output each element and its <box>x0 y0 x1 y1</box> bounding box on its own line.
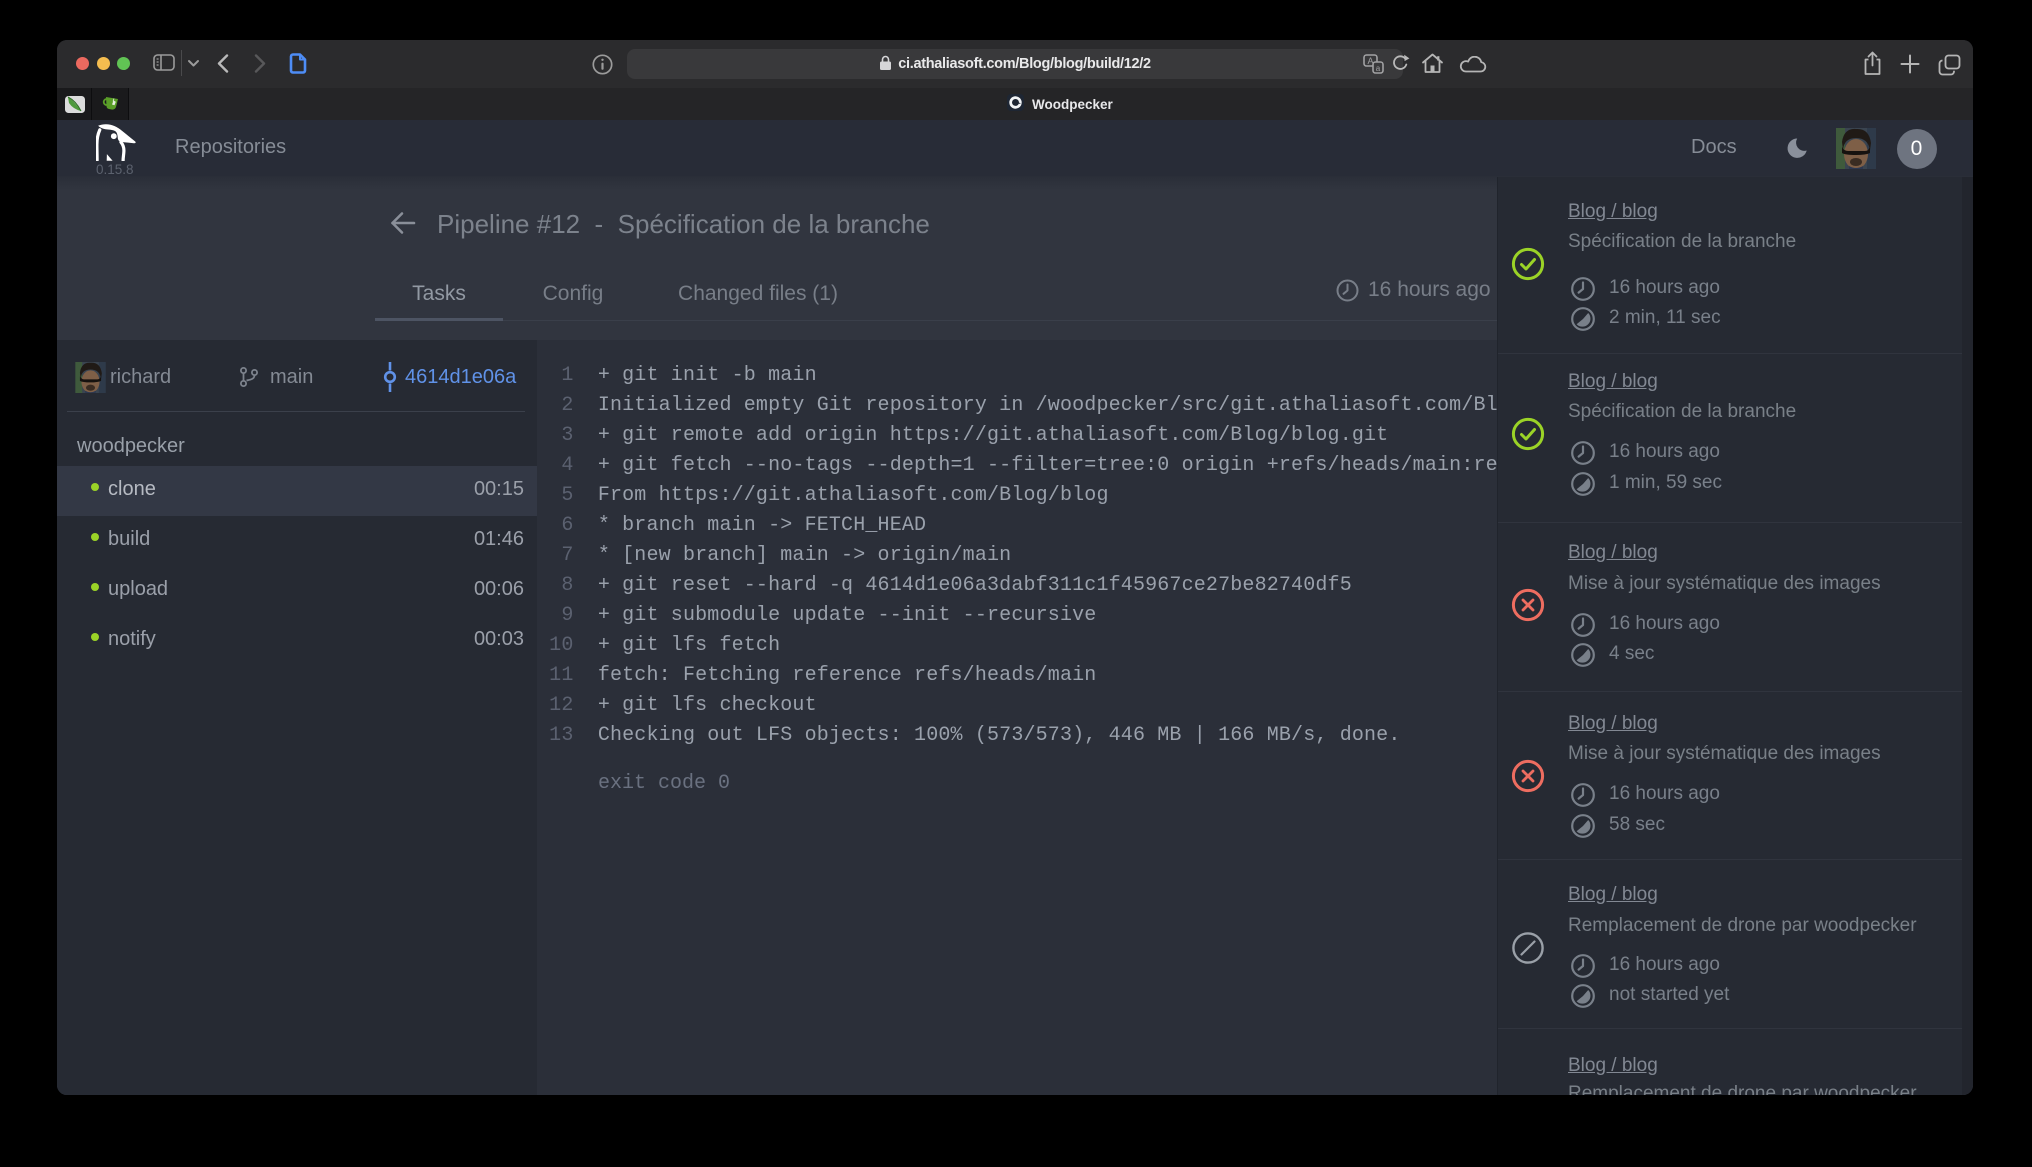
svg-text:a: a <box>1376 64 1381 73</box>
